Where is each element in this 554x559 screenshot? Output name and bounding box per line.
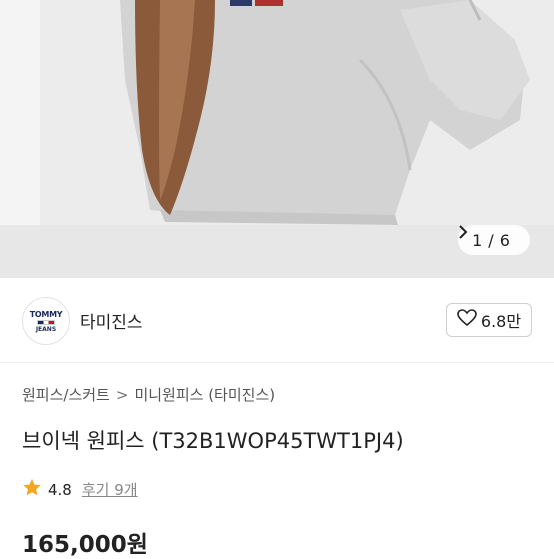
image-pager[interactable]: 1 / 6 [458,225,530,255]
breadcrumb-item-subcategory[interactable]: 미니원피스 (타미진스) [134,384,275,405]
breadcrumb-item-category[interactable]: 원피스/스커트 [22,384,110,405]
heart-outline-icon [457,309,477,331]
like-count: 6.8만 [480,312,522,331]
brand-name[interactable]: 타미진스 [80,308,143,333]
like-button[interactable]: 6.8만 [446,303,532,337]
brand-logo[interactable]: TOMMY JEANS [22,297,70,345]
review-count-link[interactable]: 후기 9개 [82,479,138,500]
brand-logo-flag [37,319,55,325]
product-image[interactable]: 1 / 6 [0,0,554,278]
breadcrumb-separator: > [115,385,129,404]
brand-row: TOMMY JEANS 타미진스 6.8만 [22,295,532,345]
breadcrumb: 원피스/스커트 > 미니원피스 (타미진스) [22,384,275,405]
divider [0,362,554,363]
brand-logo-line2: JEANS [35,325,57,333]
product-title: 브이넥 원피스 (T32B1WOP45TWT1PJ4) [22,429,404,453]
brand-logo-line1: TOMMY [29,309,63,319]
rating-value: 4.8 [48,480,72,499]
star-icon [22,478,42,501]
pager-separator: / [488,230,494,250]
pager-total: 6 [499,230,510,250]
pager-current: 1 [472,230,483,250]
rating-row: 4.8 후기 9개 [22,478,138,501]
